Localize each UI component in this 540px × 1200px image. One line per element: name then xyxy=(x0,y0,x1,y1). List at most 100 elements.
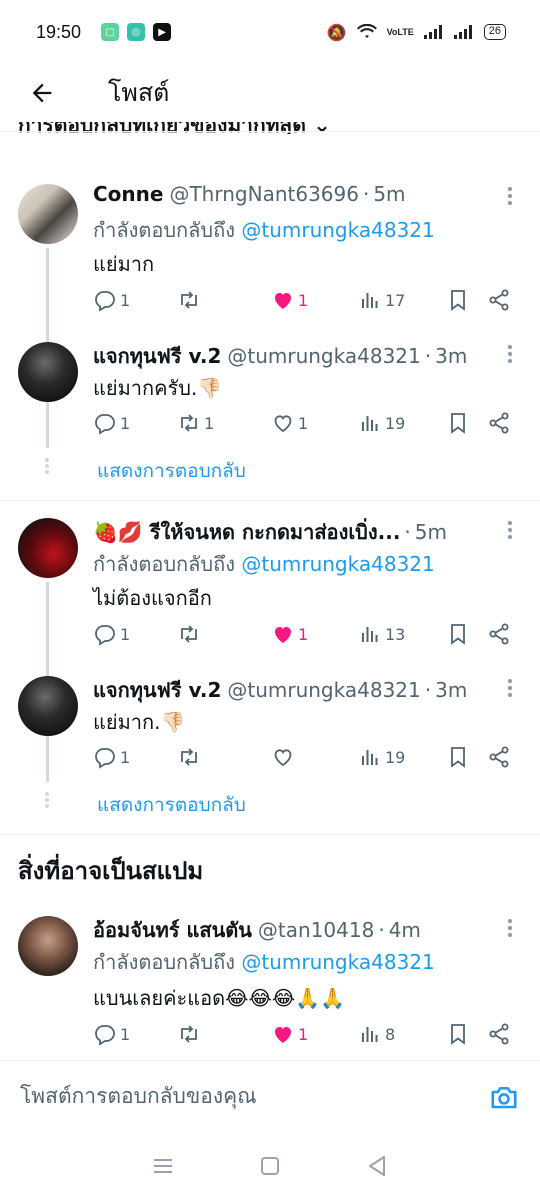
reply-icon xyxy=(95,748,115,769)
more-icon[interactable] xyxy=(504,676,516,700)
separator-dot: · xyxy=(424,344,432,368)
tweet-text: แย่มากครับ.👎🏻 xyxy=(93,376,223,400)
reply-button[interactable]: 1 xyxy=(93,285,130,315)
user-name[interactable]: Conne xyxy=(93,182,163,206)
share-icon xyxy=(489,289,509,311)
timestamp: 5m xyxy=(373,182,406,206)
bookmark-button[interactable] xyxy=(446,408,470,438)
mention-link[interactable]: @tumrungka48321 xyxy=(241,950,434,974)
bookmark-button[interactable] xyxy=(446,742,470,772)
reply-button[interactable]: 1 xyxy=(93,408,130,438)
repost-button[interactable] xyxy=(177,742,204,772)
views-button[interactable]: 19 xyxy=(358,408,405,438)
share-button[interactable] xyxy=(487,1019,511,1049)
like-button[interactable]: 1 xyxy=(271,619,308,649)
reply-count: 1 xyxy=(120,290,131,310)
tweet[interactable]: Conne @ThrngNant63696 · 5m กำลังตอบกลับถ… xyxy=(0,178,540,328)
system-nav-bar xyxy=(0,1132,540,1200)
repost-button[interactable] xyxy=(177,285,204,315)
app-notification-icon: ▢ xyxy=(101,23,120,41)
like-button[interactable] xyxy=(271,742,298,772)
share-button[interactable] xyxy=(487,408,511,438)
thread-dots xyxy=(45,458,49,474)
more-icon[interactable] xyxy=(504,342,516,366)
reply-button[interactable]: 1 xyxy=(93,1019,130,1049)
back-icon[interactable] xyxy=(364,1153,390,1179)
share-button[interactable] xyxy=(487,619,511,649)
mention-link[interactable]: @tumrungka48321 xyxy=(241,218,434,242)
views-count: 17 xyxy=(385,290,406,310)
camera-icon[interactable] xyxy=(488,1081,520,1113)
tweet-actions: 1 1 8 xyxy=(93,1019,518,1049)
views-button[interactable]: 17 xyxy=(358,285,405,315)
user-handle: @tan10418 xyxy=(257,918,375,942)
like-button[interactable]: 1 xyxy=(271,285,308,315)
bookmark-button[interactable] xyxy=(446,619,470,649)
repost-icon xyxy=(181,291,197,309)
reply-count: 1 xyxy=(120,413,131,433)
bookmark-button[interactable] xyxy=(446,1019,470,1049)
repost-button[interactable] xyxy=(177,1019,204,1049)
app-notification-icon: ◎ xyxy=(127,23,146,41)
tweet[interactable]: แจกทุนฟรี v.2 @tumrungka48321 · 3m แย่มา… xyxy=(0,336,540,451)
tweet[interactable]: อ้อมจันทร์ แสนตัน @tan10418 · 4m กำลังตอ… xyxy=(0,910,540,1050)
reply-input[interactable]: โพสต์การตอบกลับของคุณ xyxy=(20,1080,488,1113)
tweet-header: แจกทุนฟรี v.2 @tumrungka48321 · 3m xyxy=(93,340,496,372)
separator-dot: · xyxy=(378,918,385,942)
user-name[interactable]: แจกทุนฟรี v.2 xyxy=(93,340,221,372)
share-icon xyxy=(489,623,509,645)
avatar[interactable] xyxy=(18,518,78,578)
tweet-text: แย่มาก.👎🏻 xyxy=(93,710,186,734)
back-arrow-icon[interactable] xyxy=(22,73,62,113)
tweet-header: Conne @ThrngNant63696 · 5m xyxy=(93,182,496,206)
views-count: 8 xyxy=(385,1024,396,1044)
share-icon xyxy=(489,412,509,434)
show-replies-link[interactable]: แสดงการตอบกลับ xyxy=(97,456,246,486)
repost-button[interactable] xyxy=(177,619,204,649)
avatar[interactable] xyxy=(18,184,78,244)
divider xyxy=(0,834,540,835)
heart-icon xyxy=(275,1027,291,1043)
tweet-text: ไม่ต้องแจกอีก xyxy=(93,586,212,610)
user-name[interactable]: แจกทุนฟรี v.2 xyxy=(93,674,221,706)
more-icon[interactable] xyxy=(504,184,516,208)
share-button[interactable] xyxy=(487,742,511,772)
tweet[interactable]: 🍓💋 รีให้จนหด กะกดมาส่องเบิ่ง... · 5m กำล… xyxy=(0,512,540,662)
bookmark-button[interactable] xyxy=(446,285,470,315)
mute-icon: 🔕 xyxy=(326,22,347,42)
mention-link[interactable]: @tumrungka48321 xyxy=(241,552,434,576)
views-icon xyxy=(362,293,378,308)
more-icon[interactable] xyxy=(504,916,516,940)
share-button[interactable] xyxy=(487,285,511,315)
bookmark-icon xyxy=(451,413,465,434)
like-button[interactable]: 1 xyxy=(271,1019,308,1049)
like-count: 1 xyxy=(298,624,309,644)
like-button[interactable]: 1 xyxy=(271,408,308,438)
user-name[interactable]: 🍓💋 รีให้จนหด กะกดมาส่องเบิ่ง... xyxy=(93,516,400,548)
reply-button[interactable]: 1 xyxy=(93,619,130,649)
views-button[interactable]: 19 xyxy=(358,742,405,772)
views-icon xyxy=(362,416,378,431)
more-icon[interactable] xyxy=(504,518,516,542)
repost-icon xyxy=(181,414,197,432)
timestamp: 3m xyxy=(435,678,468,702)
menu-icon[interactable] xyxy=(150,1153,176,1179)
share-icon xyxy=(489,1023,509,1045)
status-app-icons: ▢ ◎ ▶ xyxy=(101,23,172,41)
tweet-header: 🍓💋 รีให้จนหด กะกดมาส่องเบิ่ง... · 5m xyxy=(93,516,496,548)
tweet-text: แบนเลยค่ะแอด😂😂😂🙏🙏 xyxy=(93,986,345,1010)
views-button[interactable]: 13 xyxy=(358,619,405,649)
avatar[interactable] xyxy=(18,342,78,402)
show-replies-link[interactable]: แสดงการตอบกลับ xyxy=(97,790,246,820)
home-icon[interactable] xyxy=(257,1153,283,1179)
avatar[interactable] xyxy=(18,916,78,976)
avatar[interactable] xyxy=(18,676,78,736)
repost-icon xyxy=(181,1025,197,1043)
views-button[interactable]: 8 xyxy=(358,1019,395,1049)
reply-button[interactable]: 1 xyxy=(93,742,130,772)
tweet[interactable]: แจกทุนฟรี v.2 @tumrungka48321 · 3m แย่มา… xyxy=(0,670,540,785)
reply-count: 1 xyxy=(120,747,131,767)
user-name[interactable]: อ้อมจันทร์ แสนตัน xyxy=(93,914,252,946)
views-count: 19 xyxy=(385,747,406,767)
repost-button[interactable]: 1 xyxy=(177,408,214,438)
